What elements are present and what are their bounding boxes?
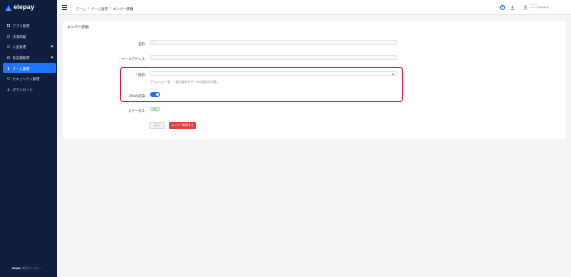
- member-detail-card: メンバー詳細 名前： ○○ * メールアドレス： * 役割： デベロッパー権、一…: [63, 21, 566, 139]
- sidebar-item-download[interactable]: ダウンロード: [3, 84, 57, 95]
- status-badge: 有効: [150, 107, 160, 111]
- user-email: ○○○○○○@elepay.jp: [529, 6, 549, 9]
- user-info[interactable]: ○○○○○○ ○○○○○○@elepay.jp: [529, 4, 549, 10]
- role-label: * 役割：: [118, 72, 148, 77]
- sidebar-nav: アプリ管理 決済情報 入金管理 各店舗管理 チーム管理 セキュリティ管理 ダウン…: [3, 20, 57, 95]
- email-label: * メールアドレス：: [93, 56, 148, 61]
- sidebar-item-payments[interactable]: 決済情報: [3, 31, 57, 42]
- brand-name: elepay: [13, 4, 35, 11]
- role-hint: デベロッパー権、一部の操作がデータの閲覧が可能。: [150, 79, 220, 84]
- delete-member-button[interactable]: メンバー削除する: [169, 122, 196, 129]
- sidebar-item-label: 決済情報: [12, 34, 27, 39]
- breadcrumb-team[interactable]: チーム管理: [91, 6, 108, 11]
- email-field[interactable]: [150, 54, 397, 60]
- sidebar-item-deposits[interactable]: 入金管理: [3, 41, 57, 52]
- email-label-text: メールアドレス：: [121, 57, 148, 61]
- sidebar-item-team[interactable]: チーム管理: [3, 62, 56, 74]
- footer-right-link[interactable]: ○○: [39, 267, 42, 270]
- sidebar-item-label: 入金管理: [12, 45, 27, 50]
- role-select[interactable]: [150, 70, 397, 76]
- two-factor-label: 2FAの必須：: [128, 93, 148, 98]
- sidebar-footer: elepay 決済のしくみ ○○: [12, 266, 42, 270]
- name-label-text: 名前：: [138, 42, 148, 46]
- help-icon[interactable]: ?: [500, 4, 505, 10]
- sidebar-item-label: ダウンロード: [12, 87, 33, 92]
- download-icon: [7, 87, 10, 91]
- required-mark: *: [135, 73, 138, 77]
- role-label-text: 役割：: [138, 73, 148, 77]
- store-icon: [7, 56, 10, 59]
- breadcrumb: ホーム / チーム管理 / メンバー詳細: [76, 6, 133, 11]
- shield-icon: [7, 77, 10, 81]
- user-icon[interactable]: [523, 4, 528, 10]
- back-button[interactable]: 戻る: [149, 122, 165, 129]
- two-factor-toggle[interactable]: [150, 92, 160, 97]
- chevron-down-icon: [391, 72, 395, 76]
- name-label: 名前：: [103, 41, 148, 46]
- page-title: メンバー詳細: [67, 25, 89, 29]
- elepay-logo-icon: [5, 4, 12, 11]
- breadcrumb-current: メンバー詳細: [112, 6, 134, 11]
- sidebar-item-security[interactable]: セキュリティ管理: [3, 73, 57, 84]
- payment-icon: [7, 34, 10, 38]
- sidebar-item-apps[interactable]: アプリ管理: [3, 20, 57, 31]
- breadcrumb-separator: /: [109, 5, 111, 10]
- name-value: ○○: [152, 41, 156, 45]
- sidebar-item-label: セキュリティ管理: [12, 77, 40, 82]
- footer-brand: elepay: [12, 266, 21, 270]
- apps-icon: [7, 23, 10, 27]
- sidebar-item-stores[interactable]: 各店舗管理: [3, 52, 57, 63]
- chevron-down-icon: [50, 44, 54, 48]
- download-icon[interactable]: [510, 4, 515, 10]
- sidebar-item-label: チーム管理: [12, 66, 30, 71]
- top-header: ホーム / チーム管理 / メンバー詳細 ? ○○○○○○ ○○○○○○@ele…: [57, 0, 571, 15]
- sidebar: elepay アプリ管理 決済情報 入金管理 各店舗管理 チーム管理 セキュリテ…: [0, 0, 57, 277]
- team-icon: [7, 66, 10, 70]
- breadcrumb-home[interactable]: ホーム: [76, 6, 86, 11]
- menu-toggle-icon[interactable]: [62, 5, 67, 10]
- brand-logo[interactable]: elepay: [5, 4, 34, 11]
- required-mark: *: [119, 57, 121, 61]
- breadcrumb-separator: /: [88, 5, 90, 10]
- name-field[interactable]: ○○: [150, 39, 397, 45]
- chevron-down-icon: [50, 55, 54, 59]
- footer-left-link[interactable]: 決済のしくみ: [22, 266, 38, 270]
- sidebar-item-label: 各店舗管理: [12, 55, 30, 60]
- sidebar-item-label: アプリ管理: [12, 23, 30, 28]
- status-label: ステータス：: [128, 108, 148, 113]
- deposit-icon: [7, 45, 10, 49]
